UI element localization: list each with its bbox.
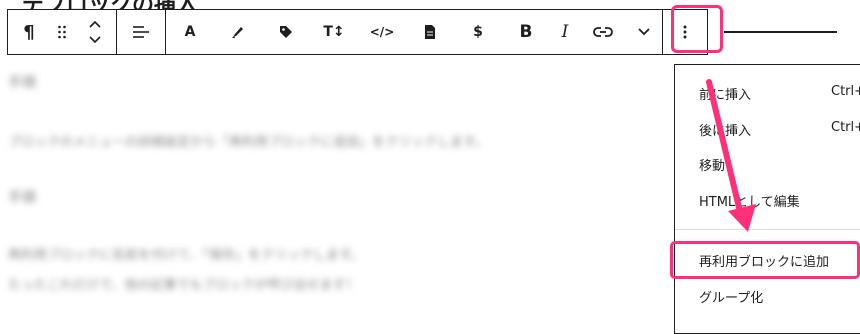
blurred-paragraph: 手順 [8, 190, 36, 206]
menu-item-insert-after[interactable]: 後に挿入 [699, 120, 751, 139]
shortcut-insert-before: Ctrl+ [831, 84, 860, 99]
heading-underline [724, 31, 837, 33]
text-size-icon[interactable]: T↕ [310, 10, 358, 54]
align-left-icon[interactable] [117, 10, 165, 54]
menu-item-group[interactable]: グループ化 [699, 287, 763, 306]
formatting-group: A T↕ </> $ B I [166, 10, 663, 54]
menu-item-move[interactable]: 移動 [699, 155, 725, 174]
alignment-group [117, 10, 166, 54]
menu-item-insert-before[interactable]: 前に挿入 [699, 84, 751, 103]
italic-button[interactable]: I [550, 10, 580, 54]
blurred-paragraph: 手順 [8, 75, 36, 91]
block-options-menu: 前に挿入 Ctrl+ 後に挿入 Ctrl+Alt 移動 HTMLとして編集 再利… [674, 64, 860, 334]
document-icon[interactable] [406, 10, 454, 54]
paragraph-icon[interactable]: ¶ [8, 10, 50, 54]
menu-divider [675, 229, 860, 230]
bold-button[interactable]: B [502, 10, 550, 54]
blurred-paragraph: たったこれだけで、他の記事でもブロックが呼び出せます！ [8, 278, 359, 293]
shortcut-insert-after: Ctrl+Alt [831, 120, 860, 135]
blurred-paragraph: ブロックのメニューの詳細設定から「再利用ブロックに追加」をクリックします。 [8, 135, 488, 150]
block-type-group: ¶ [8, 10, 117, 54]
code-icon[interactable]: </> [358, 10, 406, 54]
dollar-icon[interactable]: $ [454, 10, 502, 54]
drag-handle-icon[interactable] [50, 10, 74, 54]
chevron-down-icon[interactable] [626, 10, 662, 54]
font-icon[interactable]: A [166, 10, 214, 54]
move-up-down-icon[interactable] [74, 10, 116, 54]
marker-icon[interactable] [214, 10, 262, 54]
tag-icon[interactable] [262, 10, 310, 54]
options-highlight [671, 5, 723, 53]
blurred-paragraph: 再利用ブロックに名前を付けて、「保存」をクリックします。 [8, 248, 364, 263]
link-icon[interactable] [580, 10, 626, 54]
add-reusable-highlight [670, 241, 860, 279]
block-toolbar: ¶ A T↕ </> $ B I [7, 9, 708, 55]
menu-item-edit-html[interactable]: HTMLとして編集 [699, 191, 800, 210]
